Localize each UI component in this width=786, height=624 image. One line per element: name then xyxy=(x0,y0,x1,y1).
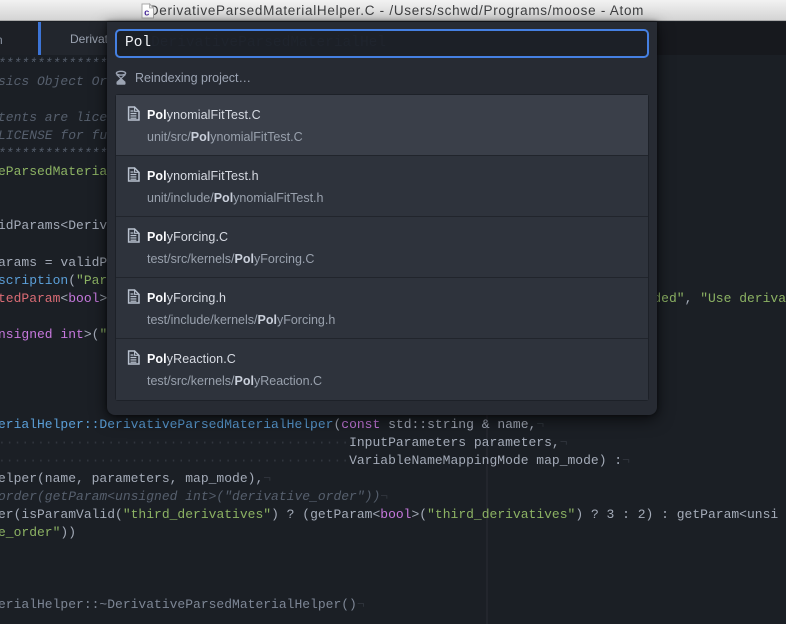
svg-text:c: c xyxy=(144,8,150,19)
